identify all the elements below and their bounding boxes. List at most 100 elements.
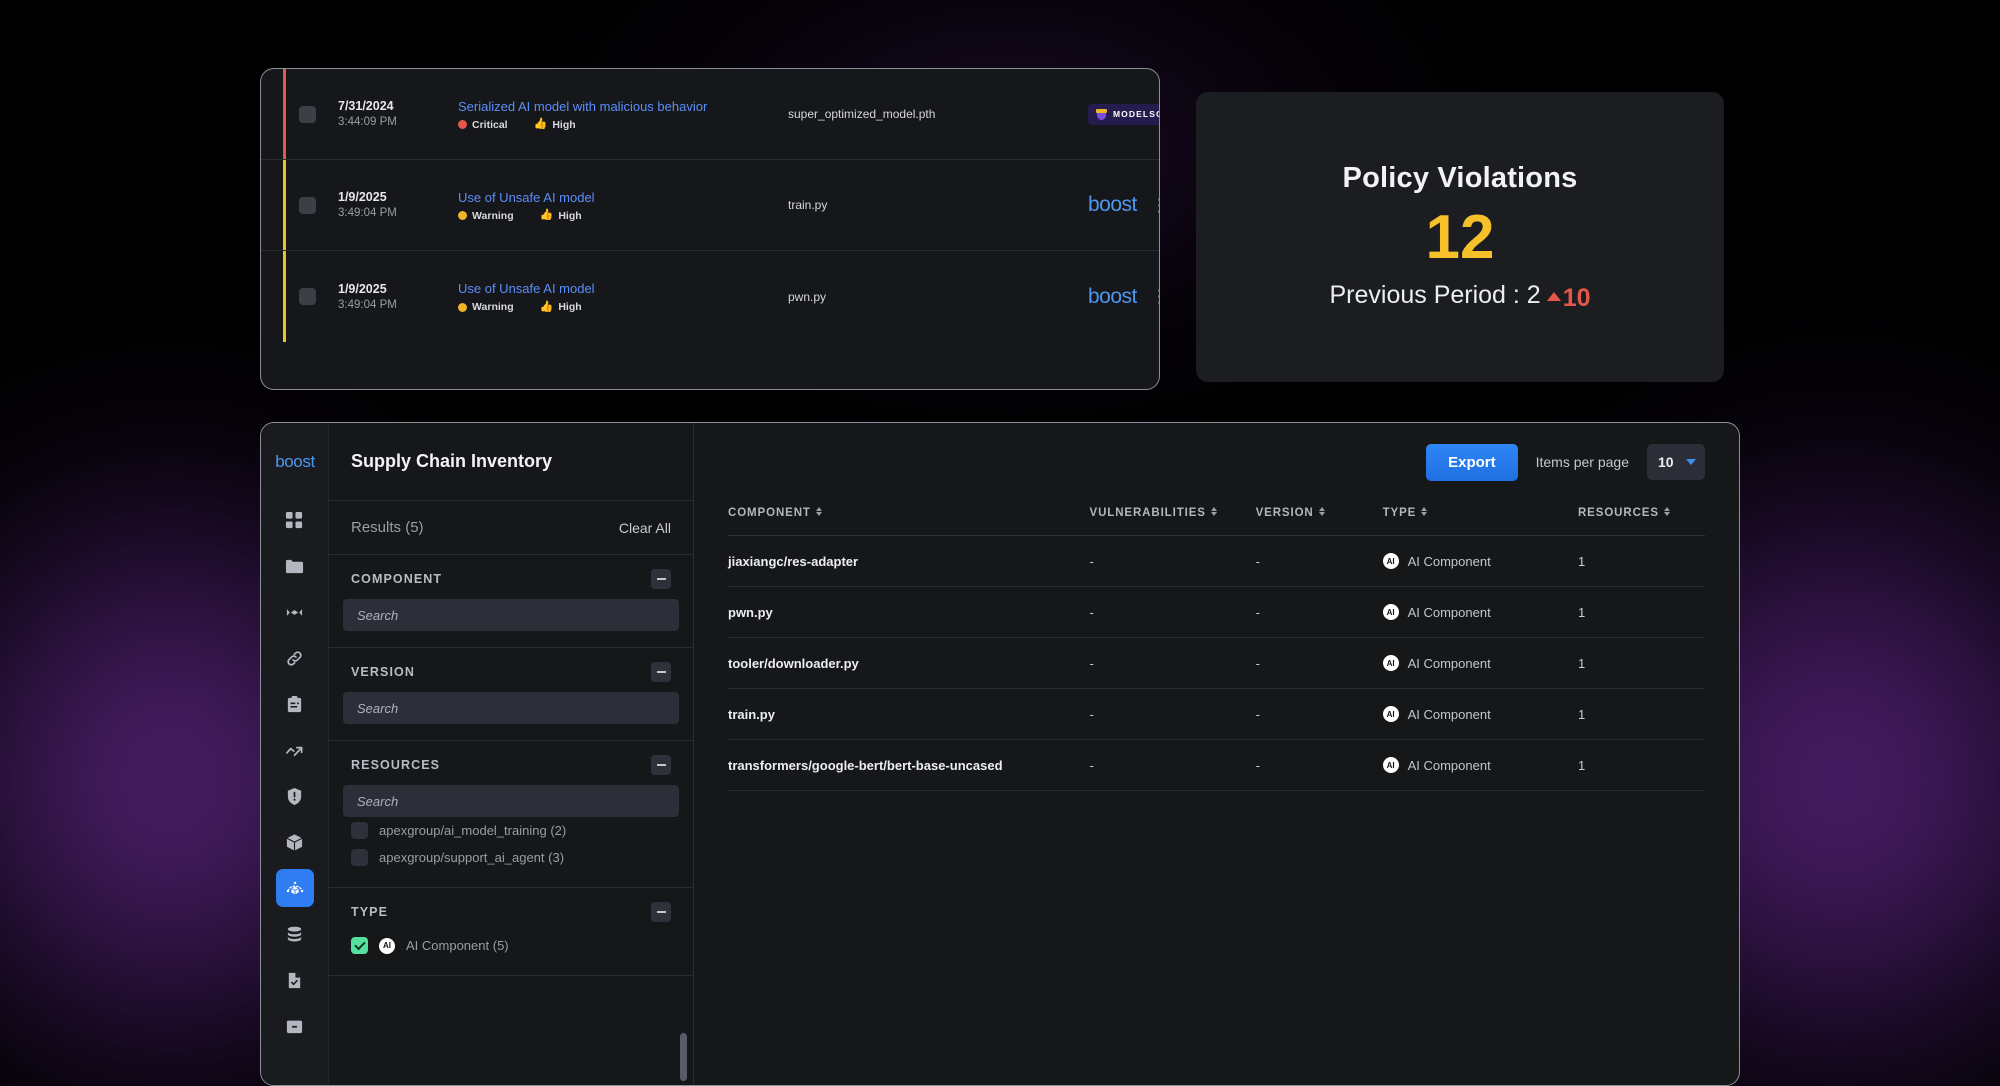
filter-checkbox[interactable]	[351, 849, 368, 866]
row-menu-icon[interactable]	[1137, 198, 1160, 213]
row-checkbox[interactable]	[299, 106, 316, 123]
severity-badge: Critical	[458, 119, 508, 131]
modelscan-badge: MODELSCAN	[1088, 104, 1160, 125]
collapse-icon[interactable]	[651, 755, 671, 775]
alert-source-logo: boost	[1088, 285, 1137, 309]
sort-icon[interactable]	[1421, 507, 1427, 516]
cell-version: -	[1256, 638, 1383, 689]
sort-icon[interactable]	[1664, 507, 1670, 516]
sidebar-item-trend-icon[interactable]	[276, 731, 314, 769]
table-row[interactable]: train.py--AIAI Component1	[728, 689, 1705, 740]
column-header-label: VERSION	[1256, 507, 1314, 519]
kpi-previous-label: Previous Period : 2	[1329, 281, 1540, 310]
sidebar-item-ai-supply-chain-icon[interactable]	[276, 869, 314, 907]
items-per-page-select[interactable]: 10	[1647, 444, 1705, 480]
column-header[interactable]: RESOURCES	[1578, 501, 1705, 536]
column-header[interactable]: VULNERABILITIES	[1090, 501, 1256, 536]
severity-label: Warning	[472, 210, 514, 222]
sidebar-item-folder-icon[interactable]	[276, 547, 314, 585]
cell-resources: 1	[1578, 638, 1705, 689]
severity-dot-icon	[458, 303, 467, 312]
filter-option[interactable]: AIAI Component (5)	[337, 932, 685, 959]
column-header[interactable]: TYPE	[1383, 501, 1578, 536]
sidebar-item-package-icon[interactable]	[276, 823, 314, 861]
table-row[interactable]: transformers/google-bert/bert-base-uncas…	[728, 740, 1705, 791]
alert-title-link[interactable]: Use of Unsafe AI model	[458, 189, 788, 207]
sidebar-item-clipboard-icon[interactable]	[276, 685, 314, 723]
cell-type-label: AI Component	[1408, 758, 1491, 773]
alert-date: 1/9/2025	[338, 189, 458, 205]
row-checkbox[interactable]	[299, 288, 316, 305]
alert-row[interactable]: 1/9/20253:49:04 PMUse of Unsafe AI model…	[261, 251, 1159, 342]
table-toolbar: Export Items per page 10	[694, 423, 1739, 501]
ai-chip-icon: AI	[1383, 706, 1399, 722]
collapse-icon[interactable]	[651, 902, 671, 922]
thumbs-up-icon: 👍	[534, 119, 548, 130]
collapse-icon[interactable]	[651, 569, 671, 589]
filter-search-input[interactable]: Search	[343, 599, 679, 631]
cell-type: AIAI Component	[1383, 587, 1578, 638]
sort-icon[interactable]	[1211, 507, 1217, 516]
sort-icon[interactable]	[816, 507, 822, 516]
boost-logo: boost	[261, 423, 329, 501]
ai-chip-icon: AI	[1383, 553, 1399, 569]
alert-title-link[interactable]: Use of Unsafe AI model	[458, 280, 788, 298]
cell-version: -	[1256, 689, 1383, 740]
filter-group-header[interactable]: COMPONENT	[337, 569, 685, 589]
filter-option[interactable]: apexgroup/support_ai_agent (3)	[337, 844, 685, 871]
alert-title-link[interactable]: Serialized AI model with malicious behav…	[458, 98, 788, 116]
row-menu-icon[interactable]	[1137, 289, 1160, 304]
export-button[interactable]: Export	[1426, 444, 1518, 481]
column-header[interactable]: VERSION	[1256, 501, 1383, 536]
confidence-badge: 👍High	[540, 301, 582, 313]
severity-dot-icon	[458, 211, 467, 220]
cell-type: AIAI Component	[1383, 689, 1578, 740]
modelscan-label: MODELSCAN	[1113, 109, 1160, 119]
filter-scrollbar-thumb[interactable]	[680, 1033, 687, 1081]
column-header-label: VULNERABILITIES	[1090, 507, 1206, 519]
sidebar-item-database-icon[interactable]	[276, 915, 314, 953]
cell-resources: 1	[1578, 689, 1705, 740]
alerts-panel: 7/31/20243:44:09 PMSerialized AI model w…	[260, 68, 1160, 390]
alert-main: Use of Unsafe AI modelWarning👍High	[458, 280, 788, 313]
alert-row[interactable]: 1/9/20253:49:04 PMUse of Unsafe AI model…	[261, 160, 1159, 251]
alert-file: pwn.py	[788, 290, 1088, 304]
sidebar-item-nodes-icon[interactable]	[276, 593, 314, 631]
filter-search-input[interactable]: Search	[343, 785, 679, 817]
thumbs-up-icon: 👍	[540, 210, 554, 221]
filter-option-name: apexgroup/ai_model_training	[379, 823, 547, 838]
filter-option[interactable]: apexgroup/ai_model_training (2)	[337, 817, 685, 844]
severity-badge: Warning	[458, 210, 514, 222]
table-row[interactable]: pwn.py--AIAI Component1	[728, 587, 1705, 638]
cell-type-label: AI Component	[1408, 554, 1491, 569]
table-row[interactable]: tooler/downloader.py--AIAI Component1	[728, 638, 1705, 689]
filter-group-title: COMPONENT	[351, 572, 442, 586]
sidebar-item-shield-alert-icon[interactable]	[276, 777, 314, 815]
alert-time: 3:44:09 PM	[338, 114, 458, 130]
filter-group-header[interactable]: TYPE	[337, 902, 685, 922]
column-header-label: TYPE	[1383, 507, 1417, 519]
row-checkbox[interactable]	[299, 197, 316, 214]
clear-all-button[interactable]: Clear All	[619, 520, 671, 536]
supply-chain-inventory-panel: boost	[260, 422, 1740, 1086]
sidebar-item-dashboard-icon[interactable]	[276, 501, 314, 539]
filter-search-input[interactable]: Search	[343, 692, 679, 724]
filter-group-header[interactable]: VERSION	[337, 662, 685, 682]
filter-group-header[interactable]: RESOURCES	[337, 755, 685, 775]
severity-label: Critical	[472, 119, 508, 131]
filter-checkbox[interactable]	[351, 937, 368, 954]
ai-chip-icon: AI	[1383, 655, 1399, 671]
column-header[interactable]: COMPONENT	[728, 501, 1090, 536]
filter-checkbox[interactable]	[351, 822, 368, 839]
modelscan-logo-icon	[1096, 109, 1107, 120]
sidebar-item-document-check-icon[interactable]	[276, 961, 314, 999]
collapse-icon[interactable]	[651, 662, 671, 682]
alert-file: train.py	[788, 198, 1088, 212]
sort-icon[interactable]	[1319, 507, 1325, 516]
sidebar-item-archive-icon[interactable]	[276, 1007, 314, 1045]
alert-row[interactable]: 7/31/20243:44:09 PMSerialized AI model w…	[261, 69, 1159, 160]
items-per-page-value: 10	[1658, 454, 1674, 470]
sidebar-item-link-icon[interactable]	[276, 639, 314, 677]
results-word: Results	[351, 519, 401, 536]
table-row[interactable]: jiaxiangc/res-adapter--AIAI Component1	[728, 536, 1705, 587]
